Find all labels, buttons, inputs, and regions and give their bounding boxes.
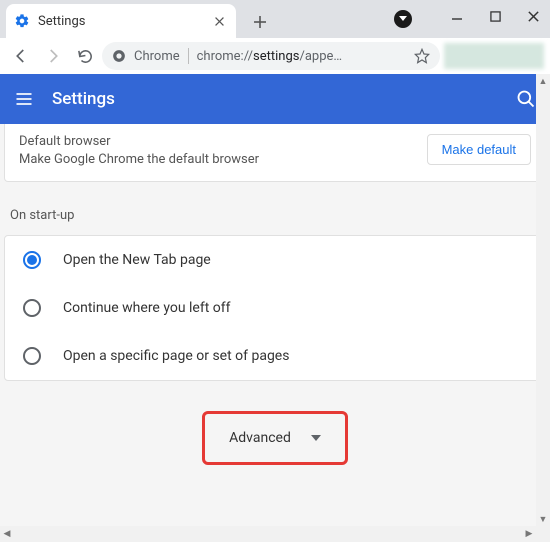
scroll-corner bbox=[536, 526, 550, 542]
back-button[interactable] bbox=[6, 41, 36, 71]
radio-label: Open a specific page or set of pages bbox=[63, 348, 289, 364]
radio-icon bbox=[23, 251, 41, 269]
omnibox[interactable]: Chrome chrome://settings/appe… bbox=[102, 42, 440, 70]
startup-heading: On start-up bbox=[0, 182, 550, 235]
scroll-left-icon[interactable]: ◀ bbox=[0, 527, 14, 541]
close-tab-icon[interactable] bbox=[210, 12, 228, 30]
scroll-down-icon[interactable]: ▼ bbox=[536, 512, 550, 526]
search-icon[interactable] bbox=[516, 89, 536, 109]
settings-header: Settings bbox=[0, 74, 550, 124]
tab-title: Settings bbox=[38, 14, 202, 29]
url-text: chrome://settings/appe… bbox=[197, 49, 406, 64]
page-title: Settings bbox=[52, 89, 516, 109]
advanced-toggle[interactable]: Advanced bbox=[202, 411, 348, 465]
chrome-page-icon bbox=[112, 49, 126, 63]
forward-button[interactable] bbox=[38, 41, 68, 71]
radio-label: Open the New Tab page bbox=[63, 252, 211, 268]
startup-option-specific-pages[interactable]: Open a specific page or set of pages bbox=[5, 332, 545, 380]
maximize-button[interactable] bbox=[480, 4, 510, 28]
startup-option-new-tab[interactable]: Open the New Tab page bbox=[5, 236, 545, 284]
account-dropdown-icon[interactable] bbox=[394, 10, 412, 32]
window-controls bbox=[442, 4, 548, 28]
bookmark-star-icon[interactable] bbox=[414, 48, 430, 64]
content-area: Default browser Make Google Chrome the d… bbox=[0, 124, 550, 526]
radio-label: Continue where you left off bbox=[63, 300, 231, 316]
radio-icon bbox=[23, 347, 41, 365]
hamburger-menu-icon[interactable] bbox=[14, 89, 34, 109]
reload-button[interactable] bbox=[70, 41, 100, 71]
radio-icon bbox=[23, 299, 41, 317]
startup-option-continue[interactable]: Continue where you left off bbox=[5, 284, 545, 332]
minimize-button[interactable] bbox=[442, 4, 472, 28]
scroll-up-icon[interactable]: ▲ bbox=[536, 74, 550, 88]
default-browser-card: Default browser Make Google Chrome the d… bbox=[4, 124, 546, 182]
extension-area bbox=[444, 43, 544, 69]
chevron-down-icon bbox=[311, 435, 321, 441]
make-default-button[interactable]: Make default bbox=[427, 134, 531, 165]
startup-card: Open the New Tab page Continue where you… bbox=[4, 235, 546, 381]
new-tab-button[interactable] bbox=[246, 8, 274, 36]
omnibox-divider bbox=[188, 48, 189, 64]
chrome-label: Chrome bbox=[134, 49, 180, 64]
browser-tab[interactable]: Settings bbox=[6, 4, 236, 38]
horizontal-scrollbar[interactable]: ◀ ▶ bbox=[0, 526, 536, 542]
scroll-right-icon[interactable]: ▶ bbox=[522, 527, 536, 541]
window-titlebar: Settings bbox=[0, 0, 550, 38]
default-browser-title: Default browser bbox=[19, 134, 417, 149]
advanced-label: Advanced bbox=[229, 430, 291, 446]
address-bar: Chrome chrome://settings/appe… bbox=[0, 38, 550, 74]
default-browser-subtitle: Make Google Chrome the default browser bbox=[19, 152, 417, 167]
settings-gear-icon bbox=[14, 13, 30, 29]
close-window-button[interactable] bbox=[518, 4, 548, 28]
vertical-scrollbar[interactable]: ▲ ▼ bbox=[536, 74, 550, 526]
